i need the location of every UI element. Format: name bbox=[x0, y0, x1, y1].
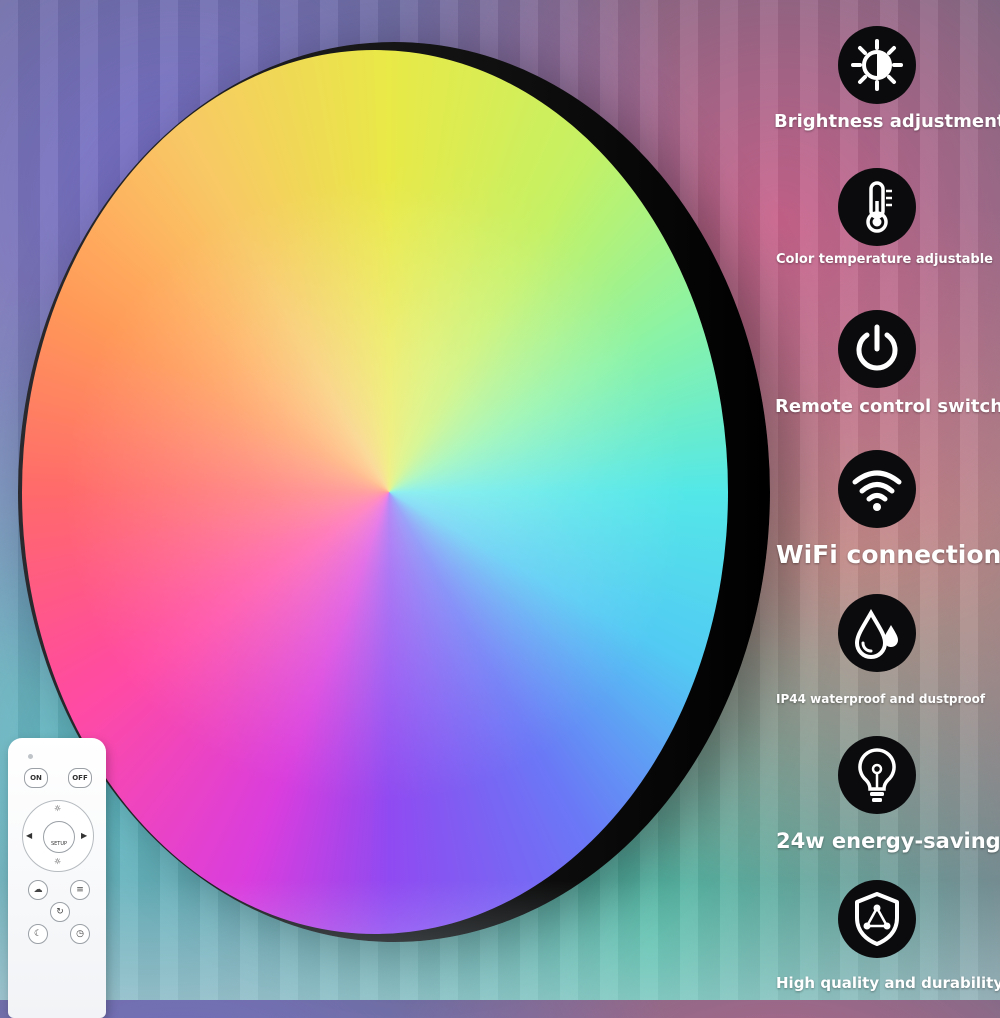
feature-label: IP44 waterproof and dustproof bbox=[776, 692, 986, 706]
remote-scene-button[interactable]: ☁ bbox=[28, 880, 48, 900]
left-arrow-icon[interactable]: ◀ bbox=[26, 831, 32, 840]
ceiling-lamp-rgb-face bbox=[22, 50, 728, 934]
wifi-icon bbox=[838, 450, 916, 528]
remote-led-indicator bbox=[28, 754, 33, 759]
thermometer-icon bbox=[838, 168, 916, 246]
remote-setup-button[interactable]: SETUP bbox=[43, 821, 75, 853]
remote-mode-button[interactable]: ≡ bbox=[70, 880, 90, 900]
feature-label: WiFi connection bbox=[776, 540, 1000, 569]
floor-glow bbox=[0, 880, 1000, 1000]
right-arrow-icon[interactable]: ▶ bbox=[81, 831, 87, 840]
brightness-up-icon[interactable]: ☼ bbox=[54, 804, 61, 813]
remote-control: ON OFF ☼ ☼ ◀ ▶ SETUP ☁ ≡ ↻ ☾ ◷ bbox=[8, 738, 106, 1018]
brightness-icon bbox=[838, 26, 916, 104]
feature-label: Brightness adjustment bbox=[774, 111, 1000, 132]
remote-timer-button[interactable]: ◷ bbox=[70, 924, 90, 944]
light-bulb-icon bbox=[838, 736, 916, 814]
remote-on-button[interactable]: ON bbox=[24, 768, 48, 788]
setup-label: SETUP bbox=[50, 841, 68, 847]
feature-label: Remote control switch bbox=[775, 396, 1000, 417]
remote-dpad[interactable]: ☼ ☼ ◀ ▶ SETUP bbox=[22, 800, 94, 872]
feature-label: Color temperature adjustable bbox=[776, 252, 993, 267]
power-icon bbox=[838, 310, 916, 388]
remote-night-button[interactable]: ☾ bbox=[28, 924, 48, 944]
remote-cycle-button[interactable]: ↻ bbox=[50, 902, 70, 922]
water-drop-icon bbox=[838, 594, 916, 672]
brightness-down-icon[interactable]: ☼ bbox=[54, 857, 61, 866]
remote-off-button[interactable]: OFF bbox=[68, 768, 92, 788]
feature-label: 24w energy-saving bbox=[776, 829, 1000, 853]
